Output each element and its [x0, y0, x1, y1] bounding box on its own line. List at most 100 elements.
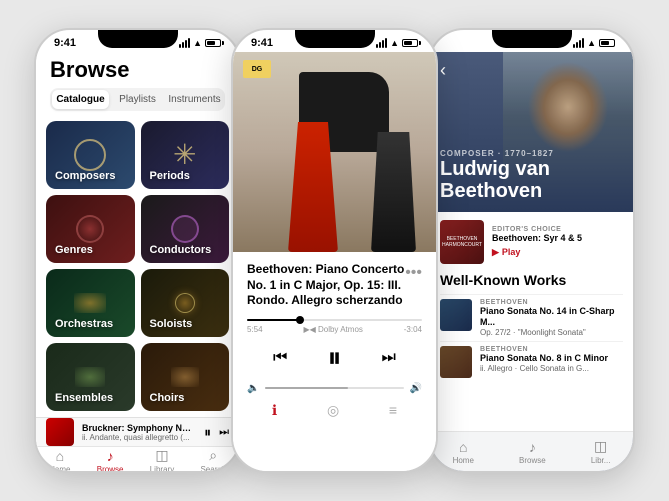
np-pause-button[interactable]: ⏸ [204, 424, 211, 441]
phone-player: 9:41 ▲ DG ••• Be [231, 28, 438, 473]
back-button[interactable]: ‹ [440, 60, 446, 81]
cell-soloists[interactable]: Soloists [141, 269, 230, 337]
player-album-art: DG [233, 52, 436, 252]
nav-library-1[interactable]: ◫ Library [150, 447, 174, 473]
editors-choice-section: BEETHOVENHARMONCOURT EDITOR'S CHOICE Bee… [440, 220, 623, 264]
play-label: Play [502, 247, 521, 257]
progress-dot [296, 316, 304, 324]
ensembles-icon [75, 367, 105, 387]
pause-button[interactable]: ⏸ [327, 342, 341, 375]
info-button[interactable]: ℹ [272, 402, 277, 419]
soloists-icon [175, 293, 195, 313]
player-info: ••• Beethoven: Piano Concerto No. 1 in C… [233, 252, 436, 313]
now-playing-bar[interactable]: Bruckner: Symphony No. 4 i... ii. Andant… [36, 417, 239, 446]
nav-home-3[interactable]: ⌂ Home [453, 439, 474, 465]
work-title-1: Piano Sonata No. 14 in C-Sharp M... [480, 306, 623, 328]
genres-label: Genres [55, 244, 93, 256]
np-controls: ⏸ ⏭ [204, 424, 229, 441]
search-icon-1: ⌕ [209, 447, 217, 464]
cell-genres[interactable]: Genres [46, 195, 135, 263]
soloists-label: Soloists [150, 318, 193, 330]
ec-album-art: BEETHOVENHARMONCOURT [440, 220, 484, 264]
editors-choice-badge: EDITOR'S CHOICE [492, 226, 623, 233]
notch-1 [98, 30, 178, 48]
status-icons-3: ▲ [573, 38, 615, 48]
wifi-icon-3: ▲ [587, 38, 596, 48]
browse-title: Browse [50, 58, 225, 82]
tab-instruments[interactable]: Instruments [166, 90, 223, 109]
nav-library-label-3: Libr... [591, 456, 611, 465]
time-1: 9:41 [54, 37, 76, 49]
cell-conductors[interactable]: Conductors [141, 195, 230, 263]
bottom-nav-3: ⌂ Home ♪ Browse ◫ Libr... [430, 431, 633, 471]
composer-meta: COMPOSER · 1770–1827 Ludwig van Beethove… [440, 149, 633, 202]
nav-browse-label-1: Browse [97, 465, 124, 473]
nav-library-3[interactable]: ◫ Libr... [591, 438, 611, 465]
nav-browse-3[interactable]: ♪ Browse [519, 439, 546, 465]
ec-title: Beethoven: Syr 4 & 5 [492, 233, 623, 245]
nav-browse-1[interactable]: ♪ Browse [97, 448, 124, 473]
figure-dark [371, 132, 416, 252]
rewind-button[interactable]: ⏮ [273, 349, 287, 367]
np-next-button[interactable]: ⏭ [219, 426, 229, 439]
genres-icon [76, 215, 104, 243]
player-progress-area: 5:54 ▶◀ Dolby Atmos -3:04 [233, 313, 436, 336]
battery-icon-3 [599, 39, 615, 47]
choirs-icon [171, 367, 199, 387]
phones-container: 9:41 ▲ Browse Catalogue Playlists Instru… [0, 0, 669, 501]
work-album-1 [440, 299, 472, 331]
np-title: Bruckner: Symphony No. 4 i... [82, 423, 196, 433]
airplay-button[interactable]: ◎ [327, 402, 339, 419]
queue-button[interactable]: ≡ [389, 402, 397, 419]
work-composer-2: BEETHOVEN [480, 346, 623, 353]
notch-2 [295, 30, 375, 48]
composers-icon [74, 139, 106, 171]
battery-icon-2 [402, 39, 418, 47]
composer-detail-content: BEETHOVENHARMONCOURT EDITOR'S CHOICE Bee… [430, 212, 633, 431]
orchestras-icon [74, 293, 106, 313]
periods-icon: ✳ [173, 141, 196, 169]
orchestras-label: Orchestras [55, 318, 113, 330]
tab-catalogue[interactable]: Catalogue [52, 90, 109, 109]
player-options-button[interactable]: ••• [405, 264, 422, 282]
home-icon-3: ⌂ [459, 439, 467, 455]
periods-label: Periods [150, 170, 190, 182]
cell-choirs[interactable]: Choirs [141, 343, 230, 411]
browse-icon-3: ♪ [529, 439, 536, 455]
nav-search-1[interactable]: ⌕ Search [200, 447, 225, 473]
work-item-1[interactable]: BEETHOVEN Piano Sonata No. 14 in C-Sharp… [440, 294, 623, 341]
cell-composers[interactable]: Composers [46, 121, 135, 189]
nav-home-1[interactable]: ⌂ Home [49, 448, 70, 473]
nav-home-label-1: Home [49, 465, 70, 473]
nav-browse-label-3: Browse [519, 456, 546, 465]
np-album-art [46, 418, 74, 446]
player-controls: ⏮ ⏸ ⏭ [233, 336, 436, 381]
composers-label: Composers [55, 170, 116, 182]
phone-browse: 9:41 ▲ Browse Catalogue Playlists Instru… [34, 28, 241, 473]
work-album-2 [440, 346, 472, 378]
cell-orchestras[interactable]: Orchestras [46, 269, 135, 337]
progress-track[interactable] [247, 319, 422, 321]
time-2: 9:41 [251, 37, 273, 49]
cell-ensembles[interactable]: Ensembles [46, 343, 135, 411]
signal-icon-2 [376, 38, 387, 48]
work-info-1: BEETHOVEN Piano Sonata No. 14 in C-Sharp… [480, 299, 623, 337]
conductors-icon [171, 215, 199, 243]
work-composer-1: BEETHOVEN [480, 299, 623, 306]
library-icon-1: ◫ [155, 447, 168, 464]
browse-tabs: Catalogue Playlists Instruments [50, 88, 225, 111]
volume-track[interactable] [265, 387, 403, 389]
ec-play-button[interactable]: ▶ Play [492, 247, 623, 258]
work-item-2[interactable]: BEETHOVEN Piano Sonata No. 8 in C Minor … [440, 341, 623, 382]
time-elapsed: 5:54 [247, 325, 263, 334]
wifi-icon-2: ▲ [390, 38, 399, 48]
bottom-nav-1: ⌂ Home ♪ Browse ◫ Library ⌕ Search [36, 446, 239, 473]
browse-icon-1: ♪ [107, 448, 114, 464]
volume-row: 🔈 🔊 [233, 381, 436, 398]
battery-icon-1 [205, 39, 221, 47]
tab-playlists[interactable]: Playlists [109, 90, 166, 109]
fast-forward-button[interactable]: ⏭ [382, 349, 396, 367]
conductors-label: Conductors [150, 244, 212, 256]
browse-grid: Composers ✳ Periods Genres [36, 115, 239, 417]
cell-periods[interactable]: ✳ Periods [141, 121, 230, 189]
